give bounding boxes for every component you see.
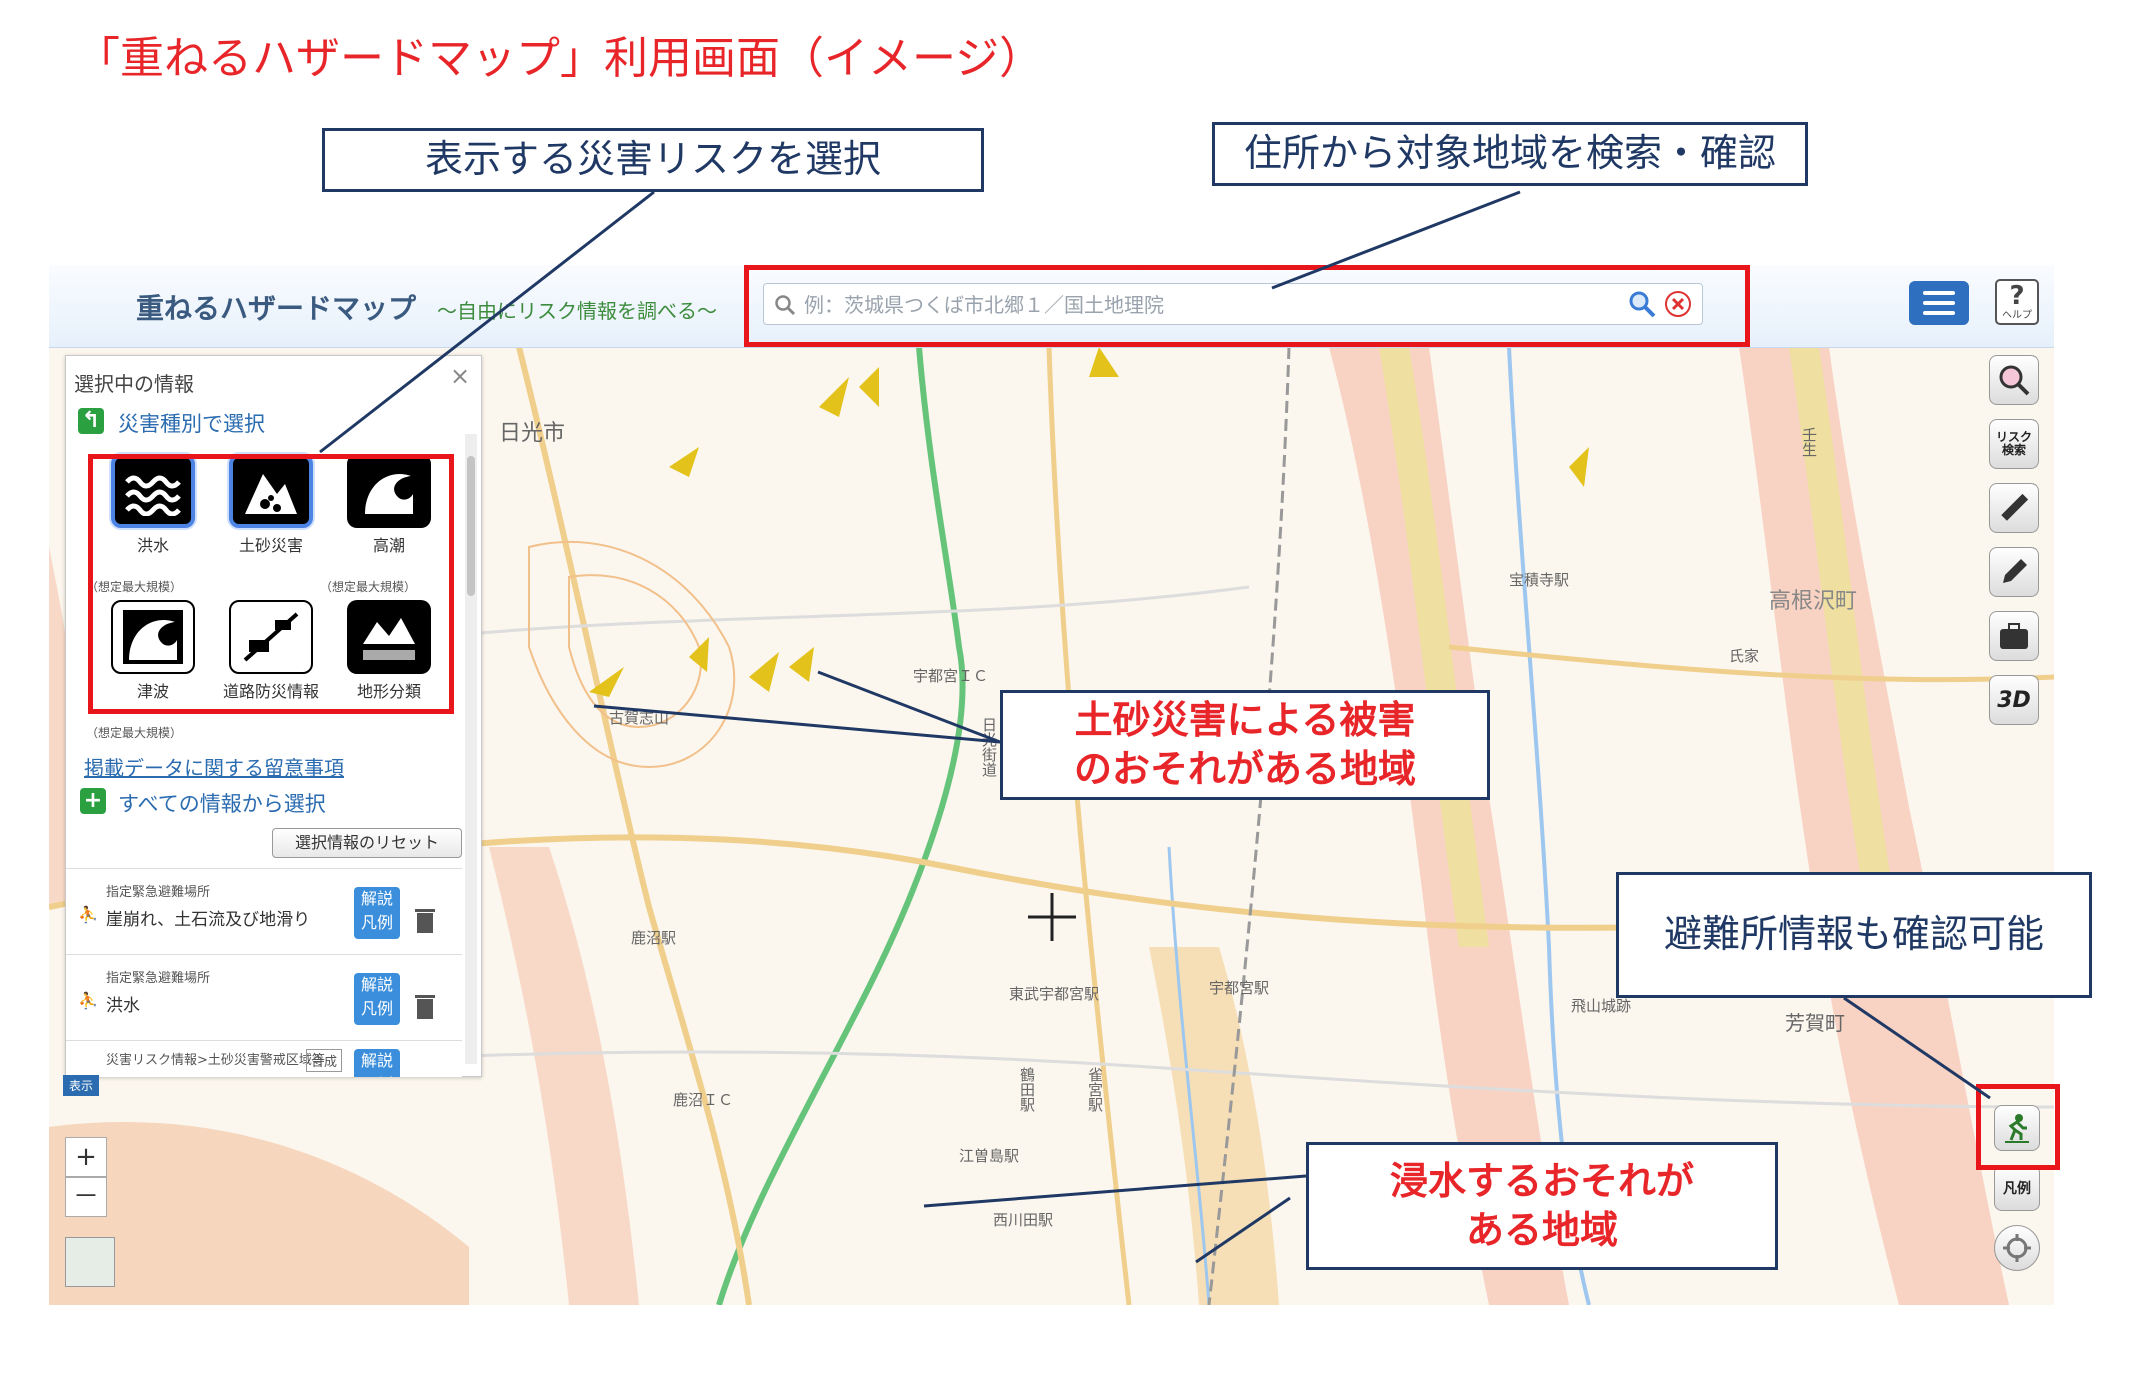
callout-flood-line1: 浸水するおそれが — [1389, 1158, 1694, 1203]
callout-landslide-line2: のおそれがある地域 — [1073, 747, 1416, 791]
callout-flood-area: 浸水するおそれが ある地域 — [1306, 1142, 1778, 1270]
callout-landslide-line1: 土砂災害による被害 — [1074, 697, 1416, 742]
callout-shelter-info: 避難所情報も確認可能 — [1616, 872, 2092, 998]
callout-flood-line2: ある地域 — [1465, 1208, 1618, 1252]
callout-landslide-area: 土砂災害による被害 のおそれがある地域 — [1000, 690, 1490, 800]
